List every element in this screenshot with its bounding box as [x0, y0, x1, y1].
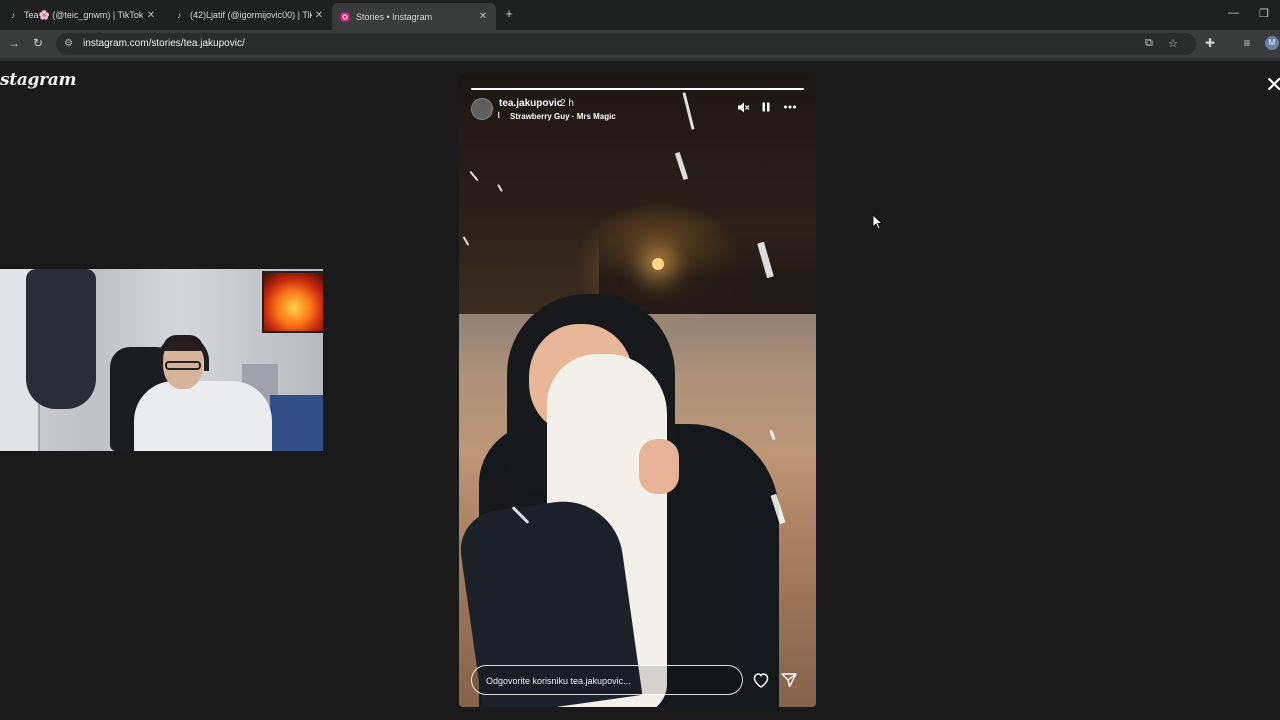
- tab-title: Tea🌸 (@teic_gnwm) | TikTok: [24, 9, 144, 20]
- media-controls-icon[interactable]: ≡: [1239, 36, 1255, 50]
- close-story-icon[interactable]: ✕: [1265, 74, 1280, 96]
- profile-avatar[interactable]: M: [1265, 36, 1279, 50]
- send-icon[interactable]: [779, 670, 799, 690]
- close-tab-icon[interactable]: ✕: [312, 10, 326, 21]
- story-trees: [599, 224, 816, 314]
- extensions-icon[interactable]: ✚: [1202, 36, 1218, 50]
- toolbar-divider: [0, 58, 1280, 61]
- minimize-icon[interactable]: —: [1228, 7, 1239, 19]
- webcam-person-body: [134, 381, 272, 451]
- instagram-icon: [340, 12, 350, 22]
- story-username[interactable]: tea.jakupovic: [499, 98, 562, 109]
- reply-field[interactable]: [471, 665, 743, 695]
- webcam-fireplace-picture: [262, 271, 323, 333]
- close-tab-icon[interactable]: ✕: [476, 11, 490, 22]
- browser-tab-2[interactable]: ♪ (42)Ljatif (@igormijovic00) | Tik ✕: [166, 4, 332, 26]
- snowflake: [682, 92, 695, 130]
- browser-tabstrip: ♪ Tea🌸 (@teic_gnwm) | TikTok ✕ ♪ (42)Lja…: [0, 0, 1280, 30]
- tab-title: (42)Ljatif (@igormijovic00) | Tik: [190, 10, 312, 20]
- forward-icon[interactable]: →: [6, 36, 22, 50]
- address-bar[interactable]: ⚙ instagram.com/stories/tea.jakupovic/ ⧉…: [56, 33, 1196, 55]
- snowflake: [469, 170, 479, 182]
- pause-icon[interactable]: [758, 101, 774, 116]
- story-music-label[interactable]: Strawberry Guy · Mrs Magic: [510, 112, 616, 121]
- browser-tab-1[interactable]: ♪ Tea🌸 (@teic_gnwm) | TikTok ✕: [0, 4, 164, 26]
- reply-input[interactable]: [484, 672, 728, 690]
- site-settings-icon[interactable]: ⚙: [64, 38, 73, 49]
- story-user-avatar[interactable]: [471, 98, 493, 120]
- muted-speaker-icon[interactable]: [735, 101, 751, 117]
- restore-icon[interactable]: ❐: [1259, 7, 1269, 20]
- heart-icon[interactable]: [751, 670, 771, 690]
- story-progress-bar: [471, 88, 804, 90]
- story-viewer[interactable]: tea.jakupovic 2 h 𝄃 Strawberry Guy · Mrs…: [459, 74, 816, 707]
- reload-icon[interactable]: ↻: [30, 36, 46, 50]
- install-app-icon[interactable]: ⧉: [1145, 37, 1153, 50]
- webcam-overlay: [0, 269, 323, 451]
- bookmark-star-icon[interactable]: ☆: [1168, 37, 1178, 50]
- snowflake: [462, 236, 470, 246]
- story-hand: [639, 439, 679, 494]
- close-tab-icon[interactable]: ✕: [144, 10, 158, 21]
- mouse-cursor-icon: [872, 214, 884, 230]
- story-progress-fill: [471, 88, 804, 90]
- more-options-icon[interactable]: [782, 101, 798, 116]
- snowflake: [497, 184, 503, 192]
- new-tab-button[interactable]: +: [502, 6, 516, 21]
- url-text: instagram.com/stories/tea.jakupovic/: [83, 38, 245, 49]
- webcam-coat: [26, 269, 96, 409]
- browser-tab-3[interactable]: Stories • Instagram ✕: [332, 3, 496, 30]
- instagram-logo[interactable]: stagram: [0, 70, 76, 90]
- tab-title: Stories • Instagram: [356, 11, 433, 22]
- browser-toolbar: → ↻ ⚙ instagram.com/stories/tea.jakupovi…: [0, 30, 1280, 58]
- snowflake: [674, 151, 689, 181]
- story-streetlamp: [652, 258, 664, 270]
- story-timestamp: 2 h: [560, 98, 574, 109]
- music-bars-icon: 𝄃: [498, 111, 500, 120]
- tiktok-icon: ♪: [177, 10, 181, 20]
- tiktok-icon: ♪: [11, 10, 15, 20]
- webcam-blue-object: [270, 395, 323, 451]
